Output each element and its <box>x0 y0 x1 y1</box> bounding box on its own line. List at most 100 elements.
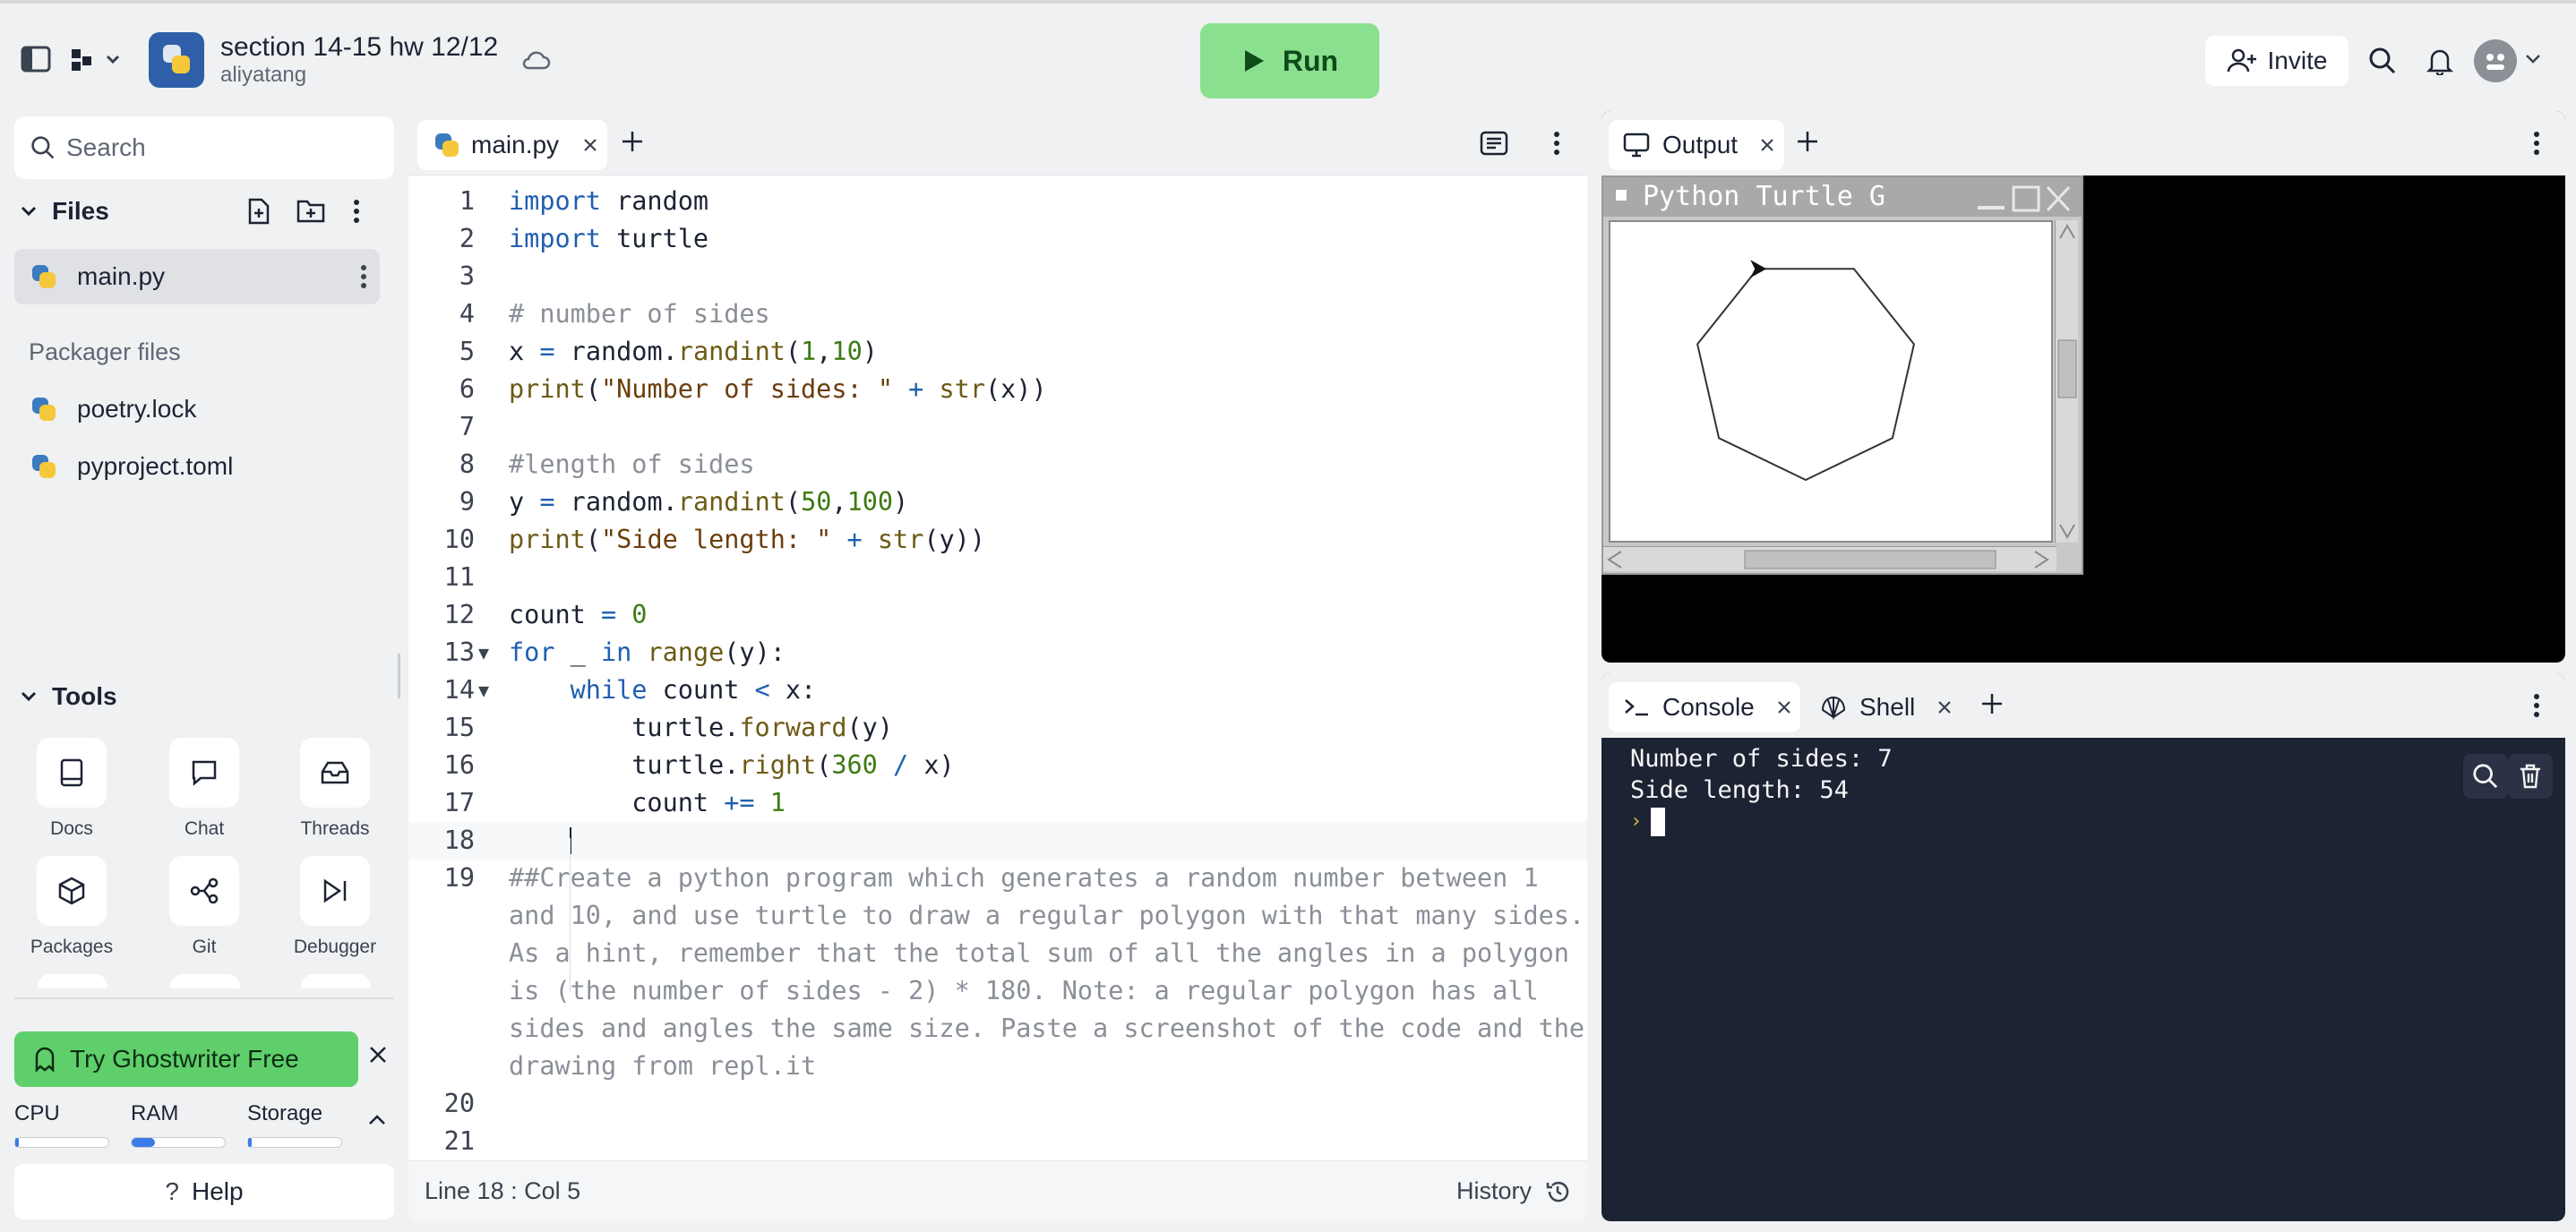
file-item-poetry-lock[interactable]: poetry.lock <box>14 381 380 437</box>
close-icon[interactable] <box>1936 699 1953 715</box>
code-line-wrapped[interactable]: is (the number of sides - 2) * 180. Note… <box>408 972 1587 1010</box>
run-button[interactable]: Run <box>1200 23 1379 98</box>
tool-docs[interactable]: Docs <box>18 738 125 840</box>
fold-arrow-icon[interactable]: ▼ <box>478 672 489 709</box>
tool-debugger[interactable]: Debugger <box>281 856 389 958</box>
tool-threads[interactable]: Threads <box>281 738 389 840</box>
code-text: sides and angles the same size. Paste a … <box>509 1014 1585 1043</box>
code-line[interactable]: 1 import random <box>408 183 1587 220</box>
history-label: History <box>1455 1177 1532 1204</box>
line-number: 19 <box>443 863 475 893</box>
code-line[interactable]: 2 import turtle <box>408 220 1587 258</box>
file-item-main-py[interactable]: main.py <box>14 249 380 304</box>
new-folder-icon[interactable] <box>296 197 328 227</box>
code-line-wrapped[interactable]: sides and angles the same size. Paste a … <box>408 1010 1587 1048</box>
close-icon[interactable] <box>1776 699 1792 715</box>
code-line[interactable]: 5 x = random.randint(1,10) <box>408 333 1587 371</box>
history-button[interactable]: History <box>1456 1177 1571 1205</box>
tab-shell[interactable]: Shell <box>1811 682 1954 732</box>
new-tab-icon[interactable] <box>620 129 652 161</box>
files-menu-icon[interactable] <box>353 199 371 229</box>
file-item-pyproject-toml[interactable]: pyproject.toml <box>14 439 380 494</box>
console-prompt[interactable]: › <box>1630 806 1893 837</box>
file-menu-icon[interactable] <box>360 264 367 289</box>
code-line[interactable]: 9 y = random.randint(50,100) <box>408 483 1587 521</box>
window-menu-icon[interactable] <box>1616 190 1627 201</box>
tool-partial[interactable] <box>301 974 371 988</box>
avatar[interactable] <box>2474 39 2517 82</box>
tool-packages[interactable]: Packages <box>18 856 125 958</box>
bell-icon[interactable] <box>2422 43 2458 79</box>
horizontal-scrollbar[interactable] <box>1603 546 2057 571</box>
code-line[interactable]: 13 ▼ for _ in range(y): <box>408 634 1587 672</box>
new-tab-icon[interactable] <box>1795 129 1827 161</box>
code-line-current[interactable]: 18 <box>408 822 1587 860</box>
repl-title[interactable]: section 14-15 hw 12/12 <box>220 32 498 63</box>
console-output[interactable]: Number of sides: 7 Side length: 54 › <box>1630 743 1893 837</box>
fold-arrow-icon[interactable]: ▼ <box>478 634 489 672</box>
code-line[interactable]: 14 ▼ while count < x: <box>408 672 1587 709</box>
code-line[interactable]: 20 <box>408 1085 1587 1123</box>
code-line[interactable]: 21 <box>408 1123 1587 1160</box>
output-menu-icon[interactable] <box>2533 131 2551 159</box>
code-line-wrapped[interactable]: and 10, and use turtle to draw a regular… <box>408 897 1587 935</box>
tab-output[interactable]: Output <box>1609 120 1784 170</box>
code-line[interactable]: 12 count = 0 <box>408 596 1587 634</box>
workspace-switch-icon[interactable] <box>68 41 124 77</box>
editor-menu-icon[interactable] <box>1553 131 1571 159</box>
tab-main-py[interactable]: main.py <box>417 120 607 170</box>
code-text: drawing from repl.it <box>509 1051 817 1081</box>
search-icon[interactable] <box>2365 43 2400 79</box>
code-line[interactable]: 3 <box>408 258 1587 295</box>
close-icon[interactable] <box>1759 137 1775 153</box>
avatar-menu-chevron-icon[interactable] <box>2522 48 2544 70</box>
sidebar-resize-handle[interactable] <box>398 654 400 698</box>
code-line[interactable]: 8 #length of sides <box>408 446 1587 483</box>
add-user-icon <box>2227 48 2256 73</box>
code-line[interactable]: 15 turtle.forward(y) <box>408 709 1587 747</box>
docs-icon <box>60 758 83 787</box>
tools-section-header[interactable]: Tools <box>20 682 117 711</box>
tool-partial[interactable] <box>170 974 240 988</box>
shell-icon <box>1821 696 1846 720</box>
code-line[interactable]: 7 <box>408 408 1587 446</box>
polygon-drawing <box>1696 260 1915 482</box>
tool-partial[interactable] <box>38 974 107 988</box>
close-icon[interactable] <box>582 137 598 153</box>
minimap-toggle-icon[interactable] <box>1480 131 1512 159</box>
tools-heading: Tools <box>52 682 117 710</box>
tab-console[interactable]: Console <box>1609 682 1800 732</box>
code-line[interactable]: 4 # number of sides <box>408 295 1587 333</box>
file-search-input[interactable]: Search <box>14 116 394 179</box>
code-area[interactable]: 1 import random 2 import turtle 3 4 # numbe… <box>408 183 1587 1160</box>
vertical-scrollbar[interactable] <box>2055 220 2078 543</box>
code-line[interactable]: 16 turtle.right(360 / x) <box>408 747 1587 784</box>
sidebar-toggle-icon[interactable] <box>18 41 54 77</box>
trash-icon[interactable] <box>2508 754 2553 799</box>
cursor-position[interactable]: Line 18 : Col 5 <box>425 1177 580 1205</box>
code-line[interactable]: 17 count += 1 <box>408 784 1587 822</box>
new-tab-icon[interactable] <box>1979 691 2012 723</box>
ram-label: RAM <box>131 1101 179 1125</box>
try-ghostwriter-button[interactable]: Try Ghostwriter Free <box>14 1031 358 1087</box>
code-line-wrapped[interactable]: drawing from repl.it <box>408 1048 1587 1085</box>
new-file-icon[interactable] <box>245 197 276 227</box>
code-line[interactable]: 10 print("Side length: " + str(y)) <box>408 521 1587 559</box>
help-button[interactable]: ? Help <box>14 1164 394 1219</box>
code-text: for _ in range(y): <box>509 637 786 667</box>
repl-owner[interactable]: aliyatang <box>220 63 306 88</box>
console-search-icon[interactable] <box>2463 754 2508 799</box>
console-menu-icon[interactable] <box>2533 693 2551 722</box>
turtle-graphics-window[interactable]: Python Turtle G <box>1601 175 2083 575</box>
code-line[interactable]: 11 <box>408 559 1587 596</box>
code-line-wrapped[interactable]: As a hint, remember that the total sum o… <box>408 935 1587 972</box>
chevron-up-icon[interactable] <box>367 1114 392 1135</box>
window-controls[interactable] <box>1972 184 2071 213</box>
tool-git[interactable]: Git <box>150 856 258 958</box>
tool-chat[interactable]: Chat <box>150 738 258 840</box>
files-section-header[interactable]: Files <box>20 197 109 226</box>
invite-button[interactable]: Invite <box>2205 36 2348 86</box>
close-icon[interactable] <box>367 1044 394 1074</box>
code-line[interactable]: 6 print("Number of sides: " + str(x)) <box>408 371 1587 408</box>
code-line[interactable]: 19 ##Create a python program which genera… <box>408 860 1587 897</box>
